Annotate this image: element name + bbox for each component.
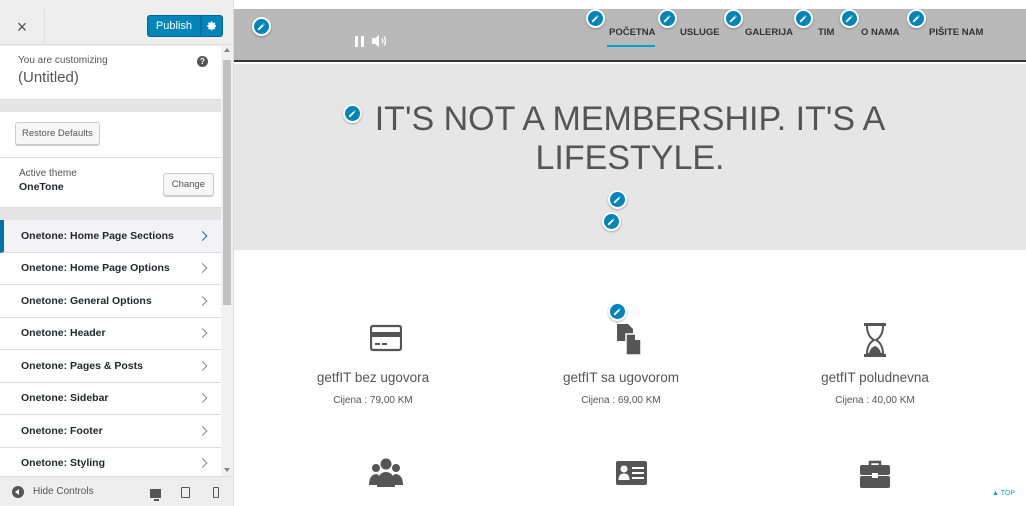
active-nav-underline <box>607 45 655 47</box>
gear-icon <box>207 21 216 31</box>
volume-icon[interactable] <box>371 33 389 49</box>
nav-item-o-nama[interactable]: O NAMA <box>861 27 900 38</box>
site-title: (Untitled) <box>18 69 79 86</box>
credit-card-icon <box>370 324 402 352</box>
chevron-right-icon <box>197 295 208 306</box>
edit-nav-pencil-icon[interactable] <box>840 9 859 28</box>
scroll-up-icon[interactable] <box>224 48 230 52</box>
site-preview: POČETNA USLUGE GALERIJA TIM O NAMA PIŠIT… <box>234 0 1026 506</box>
close-customizer-button[interactable]: × <box>0 9 45 45</box>
edit-hero-subtitle-pencil-icon[interactable] <box>608 190 627 209</box>
service-card: getfIT sa ugovorom Cijena : 69,00 KM <box>496 370 746 406</box>
hourglass-icon <box>864 323 886 357</box>
pause-icon[interactable] <box>355 36 365 47</box>
panel-label: Onetone: Sidebar <box>21 392 109 405</box>
service-price: Cijena : 69,00 KM <box>581 395 661 406</box>
panel-label: Onetone: Pages & Posts <box>21 359 143 372</box>
scrollbar-thumb[interactable] <box>223 60 231 305</box>
edit-services-pencil-icon[interactable] <box>608 302 627 321</box>
service-name: getfIT sa ugovorom <box>562 370 680 385</box>
nav-item-tim[interactable]: TIM <box>818 27 834 38</box>
edit-nav-pencil-icon[interactable] <box>907 9 926 28</box>
service-card: getfIT poludnevna Cijena : 40,00 KM <box>750 370 1000 406</box>
back-to-top-link[interactable]: ▲ TOP <box>992 490 1015 497</box>
hero-title-line-2: LIFESTYLE. <box>535 139 725 177</box>
edit-hero-button-pencil-icon[interactable] <box>602 212 621 231</box>
chevron-right-icon <box>197 393 208 404</box>
chevron-right-icon <box>197 263 208 274</box>
nav-item-pisite-nam[interactable]: PIŠITE NAM <box>929 27 983 38</box>
edit-nav-pencil-icon[interactable] <box>794 9 813 28</box>
panel-general-options[interactable]: Onetone: General Options <box>0 285 222 318</box>
panel-styling[interactable]: Onetone: Styling <box>0 447 222 476</box>
publish-group: Publish <box>146 15 223 37</box>
active-theme-section: Active theme OneTone Change <box>0 158 222 208</box>
customizer-header: × Publish <box>0 9 233 45</box>
sidebar-scrollbar[interactable] <box>221 46 233 476</box>
briefcase-icon <box>860 460 890 488</box>
service-name: getfIT bez ugovora <box>316 370 430 385</box>
documents-icon <box>617 324 642 356</box>
restore-defaults-button[interactable]: Restore Defaults <box>15 122 100 145</box>
panel-home-page-options[interactable]: Onetone: Home Page Options <box>0 252 222 285</box>
customizing-info: You are customizing (Untitled) ? <box>0 46 222 100</box>
hide-controls-label: Hide Controls <box>33 486 94 497</box>
edit-hero-title-pencil-icon[interactable] <box>343 104 362 123</box>
customizer-footer: Hide Controls <box>0 476 233 506</box>
panel-label: Onetone: Footer <box>21 424 103 437</box>
desktop-preview-icon[interactable] <box>150 489 161 501</box>
publish-button[interactable]: Publish <box>146 15 201 37</box>
edit-logo-pencil-icon[interactable] <box>252 17 271 36</box>
nav-item-pocetna[interactable]: POČETNA <box>609 27 655 38</box>
panel-footer[interactable]: Onetone: Footer <box>0 415 222 448</box>
nav-item-usluge[interactable]: USLUGE <box>680 27 720 38</box>
chevron-right-icon <box>197 360 208 371</box>
nav-item-galerija[interactable]: GALERIJA <box>745 27 793 38</box>
service-price: Cijena : 79,00 KM <box>333 395 413 406</box>
service-name: getfIT poludnevna <box>821 370 929 385</box>
panel-label: Onetone: Home Page Options <box>21 262 170 275</box>
tablet-preview-icon[interactable] <box>181 487 190 498</box>
panel-sidebar[interactable]: Onetone: Sidebar <box>0 382 222 415</box>
panel-home-page-sections[interactable]: Onetone: Home Page Sections <box>0 220 222 253</box>
customizer-sidebar: × Publish You are customizing (Untitled)… <box>0 0 234 506</box>
panel-pages-posts[interactable]: Onetone: Pages & Posts <box>0 350 222 383</box>
customizer-panel-list: You are customizing (Untitled) ? Restore… <box>0 46 222 476</box>
id-card-icon <box>616 461 647 485</box>
scroll-down-icon[interactable] <box>224 468 230 472</box>
preview-top-strip <box>234 0 1026 9</box>
mobile-preview-icon[interactable] <box>213 487 219 498</box>
chevron-right-icon <box>197 328 208 339</box>
help-icon[interactable]: ? <box>197 56 208 67</box>
hero-section: IT'S NOT A MEMBERSHIP. IT'S A LIFESTYLE. <box>234 64 1026 250</box>
chevron-right-icon <box>197 425 208 436</box>
edit-nav-pencil-icon[interactable] <box>724 9 743 28</box>
edit-nav-pencil-icon[interactable] <box>658 9 677 28</box>
top-label: TOP <box>1000 490 1015 497</box>
hide-controls-button[interactable]: Hide Controls <box>0 485 94 498</box>
chevron-right-icon <box>197 458 208 469</box>
publish-settings-button[interactable] <box>201 15 223 37</box>
panel-header[interactable]: Onetone: Header <box>0 317 222 350</box>
panel-label: Onetone: Home Page Sections <box>21 229 174 242</box>
restore-defaults-row: Restore Defaults <box>0 112 222 158</box>
change-theme-button[interactable]: Change <box>162 173 214 196</box>
customizing-label: You are customizing <box>18 55 108 66</box>
site-navbar: POČETNA USLUGE GALERIJA TIM O NAMA PIŠIT… <box>234 9 1026 62</box>
service-price: Cijena : 40,00 KM <box>835 395 915 406</box>
service-card: getfIT bez ugovora Cijena : 79,00 KM <box>248 370 498 406</box>
hero-title-line-1: IT'S NOT A MEMBERSHIP. IT'S A <box>374 100 886 138</box>
edit-nav-pencil-icon[interactable] <box>586 9 605 28</box>
section-divider <box>0 208 222 220</box>
panel-label: Onetone: Styling <box>21 457 105 470</box>
panel-label: Onetone: General Options <box>21 294 152 307</box>
collapse-arrow-icon <box>12 485 24 498</box>
chevron-right-icon <box>197 230 208 241</box>
panel-label: Onetone: Header <box>21 327 106 340</box>
users-icon <box>369 458 403 487</box>
section-divider <box>0 100 222 112</box>
